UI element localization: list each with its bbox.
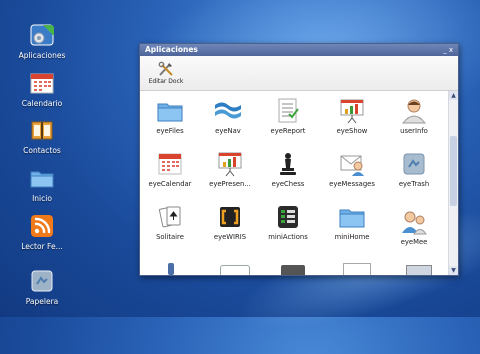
desktop-icon-contactos[interactable]: Contactos bbox=[12, 117, 72, 155]
tools-icon bbox=[146, 60, 186, 78]
trash-icon bbox=[29, 268, 55, 294]
desktop-icon-aplicaciones[interactable]: Aplicaciones bbox=[12, 22, 72, 60]
user-icon bbox=[400, 98, 428, 124]
app-label: eyeFiles bbox=[156, 127, 184, 135]
app-label: eyeNav bbox=[215, 127, 241, 135]
contacts-icon bbox=[29, 117, 55, 143]
app-solitaire[interactable]: Solitaire bbox=[142, 204, 198, 241]
app-label: miniActions bbox=[268, 233, 308, 241]
app-eyenav[interactable]: eyeNav bbox=[200, 98, 256, 135]
wiris-icon bbox=[216, 204, 244, 230]
actions-icon bbox=[274, 204, 302, 230]
app-label: eyeShow bbox=[336, 127, 368, 135]
app-eyemessages[interactable]: eyeMessages bbox=[324, 151, 380, 188]
trash-icon bbox=[400, 151, 428, 177]
desktop-icon-lector-feeds[interactable]: Lector Fe... bbox=[12, 213, 72, 251]
app-label: eyePresen... bbox=[209, 180, 251, 188]
applications-icon bbox=[29, 22, 55, 48]
folder-icon bbox=[156, 98, 184, 124]
window-title: Aplicaciones bbox=[145, 45, 198, 54]
app-label: miniHome bbox=[334, 233, 370, 241]
edit-dock-label: Editar Dock bbox=[148, 78, 184, 85]
chess-icon bbox=[274, 151, 302, 177]
presentation-icon bbox=[338, 98, 366, 124]
desktop-icon-papelera[interactable]: Papelera bbox=[12, 268, 72, 306]
app-eyetrash[interactable]: eyeTrash bbox=[386, 151, 442, 188]
scroll-down-button[interactable]: ▼ bbox=[449, 266, 458, 275]
cards-icon bbox=[156, 204, 184, 230]
app-eyeshow[interactable]: eyeShow bbox=[324, 98, 380, 135]
app-eyechess[interactable]: eyeChess bbox=[260, 151, 316, 188]
rss-feed-icon bbox=[29, 213, 55, 239]
calendar-icon bbox=[29, 70, 55, 96]
window-controls[interactable]: _ x bbox=[443, 44, 453, 56]
app-eyereport[interactable]: eyeReport bbox=[260, 98, 316, 135]
messages-icon bbox=[338, 151, 366, 177]
app-label: eyeWIRIS bbox=[213, 233, 247, 241]
desktop-icon-calendario[interactable]: Calendario bbox=[12, 70, 72, 108]
app-label: userInfo bbox=[400, 127, 428, 135]
app-label: eyeMessages bbox=[329, 180, 375, 188]
app-label: eyeTrash bbox=[398, 180, 430, 188]
desktop-icon-label: Aplicaciones bbox=[18, 51, 66, 60]
report-icon bbox=[274, 98, 302, 124]
window-titlebar[interactable]: Aplicaciones _ x bbox=[140, 44, 458, 56]
desktop-icon-inicio[interactable]: Inicio bbox=[12, 165, 72, 203]
apps-grid: eyeFiles eyeNav eyeReport eyeShow userIn… bbox=[140, 91, 449, 275]
presentation-icon bbox=[216, 151, 244, 177]
folder-home-icon bbox=[29, 165, 55, 191]
app-label: eyeCalendar bbox=[148, 180, 192, 188]
partial-app-icon bbox=[281, 265, 305, 275]
users-icon bbox=[400, 209, 428, 235]
app-label: eyeChess bbox=[271, 180, 305, 188]
app-eyepresentation[interactable]: eyePresen... bbox=[202, 151, 258, 188]
desktop-icon-label: Papelera bbox=[25, 297, 59, 306]
applications-window: Aplicaciones _ x Editar Dock eyeFiles ey… bbox=[139, 43, 459, 276]
app-minihome[interactable]: miniHome bbox=[324, 204, 380, 241]
partial-app-icon bbox=[406, 265, 432, 275]
scroll-up-button[interactable]: ▲ bbox=[449, 91, 458, 100]
browser-icon bbox=[214, 98, 242, 124]
apps-scrollbar[interactable]: ▲ ▼ bbox=[448, 91, 458, 275]
desktop-icon-label: Inicio bbox=[32, 194, 52, 203]
folder-home-icon bbox=[338, 204, 366, 230]
app-eyefiles[interactable]: eyeFiles bbox=[142, 98, 198, 135]
calendar-icon bbox=[156, 151, 184, 177]
window-toolbar: Editar Dock bbox=[140, 56, 458, 91]
edit-dock-button[interactable]: Editar Dock bbox=[146, 60, 186, 85]
desktop-icon-label: Lector Fe... bbox=[21, 242, 63, 251]
scrollbar-thumb[interactable] bbox=[450, 136, 457, 206]
app-miniactions[interactable]: miniActions bbox=[260, 204, 316, 241]
app-label: Solitaire bbox=[156, 233, 184, 241]
app-eyecalendar[interactable]: eyeCalendar bbox=[142, 151, 198, 188]
app-eyewiris[interactable]: eyeWIRIS bbox=[202, 204, 258, 241]
partial-app-icon bbox=[220, 265, 250, 275]
app-label: eyeMee bbox=[400, 238, 428, 246]
app-label: eyeReport bbox=[270, 127, 306, 135]
partial-app-icon bbox=[168, 263, 174, 275]
partial-app-icon bbox=[343, 263, 371, 275]
desktop-icon-label: Calendario bbox=[21, 99, 63, 108]
desktop-icon-label: Contactos bbox=[23, 146, 61, 155]
app-userinfo[interactable]: userInfo bbox=[386, 98, 442, 135]
app-eyemee[interactable]: eyeMee bbox=[386, 209, 442, 246]
